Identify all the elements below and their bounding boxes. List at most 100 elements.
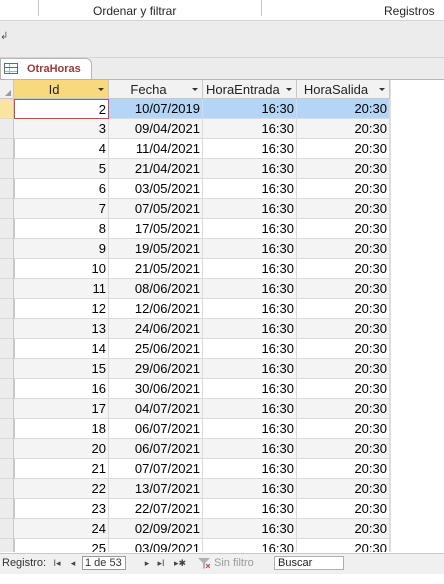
record-selector[interactable] xyxy=(0,379,14,399)
table-cell-salida[interactable]: 20:30 xyxy=(297,159,390,179)
table-cell-id[interactable]: 22 xyxy=(14,479,109,499)
table-cell-id[interactable]: 3 xyxy=(14,119,109,139)
select-all-corner[interactable] xyxy=(0,80,14,99)
table-cell-id[interactable]: 15 xyxy=(14,359,109,379)
table-cell-salida[interactable]: 20:30 xyxy=(297,459,390,479)
table-cell-fecha[interactable]: 08/06/2021 xyxy=(109,279,203,299)
table-cell-entrada[interactable]: 16:30 xyxy=(203,119,297,139)
table-cell-id[interactable]: 25 xyxy=(14,539,109,552)
table-row[interactable]: 14 25/06/2021 16:30 20:30 xyxy=(0,339,390,359)
table-cell-id[interactable]: 7 xyxy=(14,199,109,219)
table-cell-fecha[interactable]: 29/06/2021 xyxy=(109,359,203,379)
table-cell-entrada[interactable]: 16:30 xyxy=(203,519,297,539)
first-record-icon[interactable]: I◂ xyxy=(52,557,62,569)
table-cell-id[interactable]: 12 xyxy=(14,299,109,319)
table-cell-id[interactable]: 8 xyxy=(14,219,109,239)
table-row[interactable]: 12 12/06/2021 16:30 20:30 xyxy=(0,299,390,319)
table-cell-entrada[interactable]: 16:30 xyxy=(203,219,297,239)
record-selector[interactable] xyxy=(0,299,14,319)
table-row[interactable]: 21 07/07/2021 16:30 20:30 xyxy=(0,459,390,479)
record-selector[interactable] xyxy=(0,399,14,419)
table-cell-fecha[interactable]: 03/05/2021 xyxy=(109,179,203,199)
table-cell-fecha[interactable]: 06/07/2021 xyxy=(109,439,203,459)
record-selector[interactable] xyxy=(0,319,14,339)
chevron-down-icon[interactable] xyxy=(98,88,104,91)
table-cell-entrada[interactable]: 16:30 xyxy=(203,479,297,499)
table-row[interactable]: 4 11/04/2021 16:30 20:30 xyxy=(0,139,390,159)
table-cell-salida[interactable]: 20:30 xyxy=(297,419,390,439)
table-row[interactable]: 6 03/05/2021 16:30 20:30 xyxy=(0,179,390,199)
table-cell-id[interactable]: 16 xyxy=(14,379,109,399)
table-cell-id[interactable]: 6 xyxy=(14,179,109,199)
record-selector[interactable] xyxy=(0,339,14,359)
table-cell-fecha[interactable]: 03/09/2021 xyxy=(109,539,203,552)
table-cell-entrada[interactable]: 16:30 xyxy=(203,279,297,299)
table-cell-id[interactable]: 24 xyxy=(14,519,109,539)
table-cell-fecha[interactable]: 09/04/2021 xyxy=(109,119,203,139)
table-row[interactable]: 11 08/06/2021 16:30 20:30 xyxy=(0,279,390,299)
record-selector[interactable] xyxy=(0,139,14,159)
ribbon-expand-icon[interactable]: ↲ xyxy=(0,31,8,42)
new-record-icon[interactable]: ▸✱ xyxy=(172,557,188,569)
table-cell-fecha[interactable]: 12/06/2021 xyxy=(109,299,203,319)
table-cell-salida[interactable]: 20:30 xyxy=(297,319,390,339)
table-cell-salida[interactable]: 20:30 xyxy=(297,299,390,319)
record-position-input[interactable]: 1 de 53 xyxy=(82,556,126,570)
table-cell-salida[interactable]: 20:30 xyxy=(297,259,390,279)
table-cell-fecha[interactable]: 02/09/2021 xyxy=(109,519,203,539)
table-cell-fecha[interactable]: 24/06/2021 xyxy=(109,319,203,339)
table-row[interactable]: 20 06/07/2021 16:30 20:30 xyxy=(0,439,390,459)
table-row[interactable]: 2 10/07/2019 16:30 20:30 xyxy=(0,99,390,119)
column-header-horasalida[interactable]: HoraSalida xyxy=(297,80,390,99)
table-cell-id[interactable]: 11 xyxy=(14,279,109,299)
table-row[interactable]: 23 22/07/2021 16:30 20:30 xyxy=(0,499,390,519)
table-cell-entrada[interactable]: 16:30 xyxy=(203,179,297,199)
chevron-down-icon[interactable] xyxy=(286,88,292,91)
table-cell-fecha[interactable]: 25/06/2021 xyxy=(109,339,203,359)
record-selector[interactable] xyxy=(0,279,14,299)
table-row[interactable]: 3 09/04/2021 16:30 20:30 xyxy=(0,119,390,139)
table-cell-entrada[interactable]: 16:30 xyxy=(203,499,297,519)
record-selector[interactable] xyxy=(0,459,14,479)
record-selector[interactable] xyxy=(0,259,14,279)
next-record-icon[interactable]: ▸ xyxy=(142,557,152,569)
table-cell-fecha[interactable]: 06/07/2021 xyxy=(109,419,203,439)
chevron-down-icon[interactable] xyxy=(192,88,198,91)
record-selector[interactable] xyxy=(0,479,14,499)
table-cell-entrada[interactable]: 16:30 xyxy=(203,159,297,179)
table-row[interactable]: 17 04/07/2021 16:30 20:30 xyxy=(0,399,390,419)
table-cell-entrada[interactable]: 16:30 xyxy=(203,319,297,339)
table-cell-salida[interactable]: 20:30 xyxy=(297,339,390,359)
table-cell-salida[interactable]: 20:30 xyxy=(297,379,390,399)
table-cell-entrada[interactable]: 16:30 xyxy=(203,299,297,319)
record-selector[interactable] xyxy=(0,419,14,439)
table-row[interactable]: 13 24/06/2021 16:30 20:30 xyxy=(0,319,390,339)
table-cell-salida[interactable]: 20:30 xyxy=(297,479,390,499)
table-row[interactable]: 16 30/06/2021 16:30 20:30 xyxy=(0,379,390,399)
table-cell-entrada[interactable]: 16:30 xyxy=(203,459,297,479)
last-record-icon[interactable]: ▸I xyxy=(156,557,166,569)
record-selector[interactable] xyxy=(0,119,14,139)
table-cell-fecha[interactable]: 11/04/2021 xyxy=(109,139,203,159)
search-input[interactable]: Buscar xyxy=(274,556,344,570)
table-cell-entrada[interactable]: 16:30 xyxy=(203,399,297,419)
table-cell-entrada[interactable]: 16:30 xyxy=(203,239,297,259)
table-row[interactable]: 18 06/07/2021 16:30 20:30 xyxy=(0,419,390,439)
table-cell-salida[interactable]: 20:30 xyxy=(297,499,390,519)
table-cell-fecha[interactable]: 22/07/2021 xyxy=(109,499,203,519)
column-header-fecha[interactable]: Fecha xyxy=(109,80,203,99)
table-cell-id[interactable]: 4 xyxy=(14,139,109,159)
table-cell-salida[interactable]: 20:30 xyxy=(297,239,390,259)
table-row[interactable]: 24 02/09/2021 16:30 20:30 xyxy=(0,519,390,539)
table-cell-id[interactable]: 17 xyxy=(14,399,109,419)
table-cell-salida[interactable]: 20:30 xyxy=(297,279,390,299)
record-selector[interactable] xyxy=(0,179,14,199)
table-cell-fecha[interactable]: 07/05/2021 xyxy=(109,199,203,219)
table-cell-id[interactable]: 10 xyxy=(14,259,109,279)
table-cell-entrada[interactable]: 16:30 xyxy=(203,379,297,399)
table-cell-id[interactable]: 18 xyxy=(14,419,109,439)
previous-record-icon[interactable]: ◂ xyxy=(68,557,78,569)
table-row[interactable]: 9 19/05/2021 16:30 20:30 xyxy=(0,239,390,259)
table-cell-salida[interactable]: 20:30 xyxy=(297,99,390,119)
record-selector[interactable] xyxy=(0,359,14,379)
